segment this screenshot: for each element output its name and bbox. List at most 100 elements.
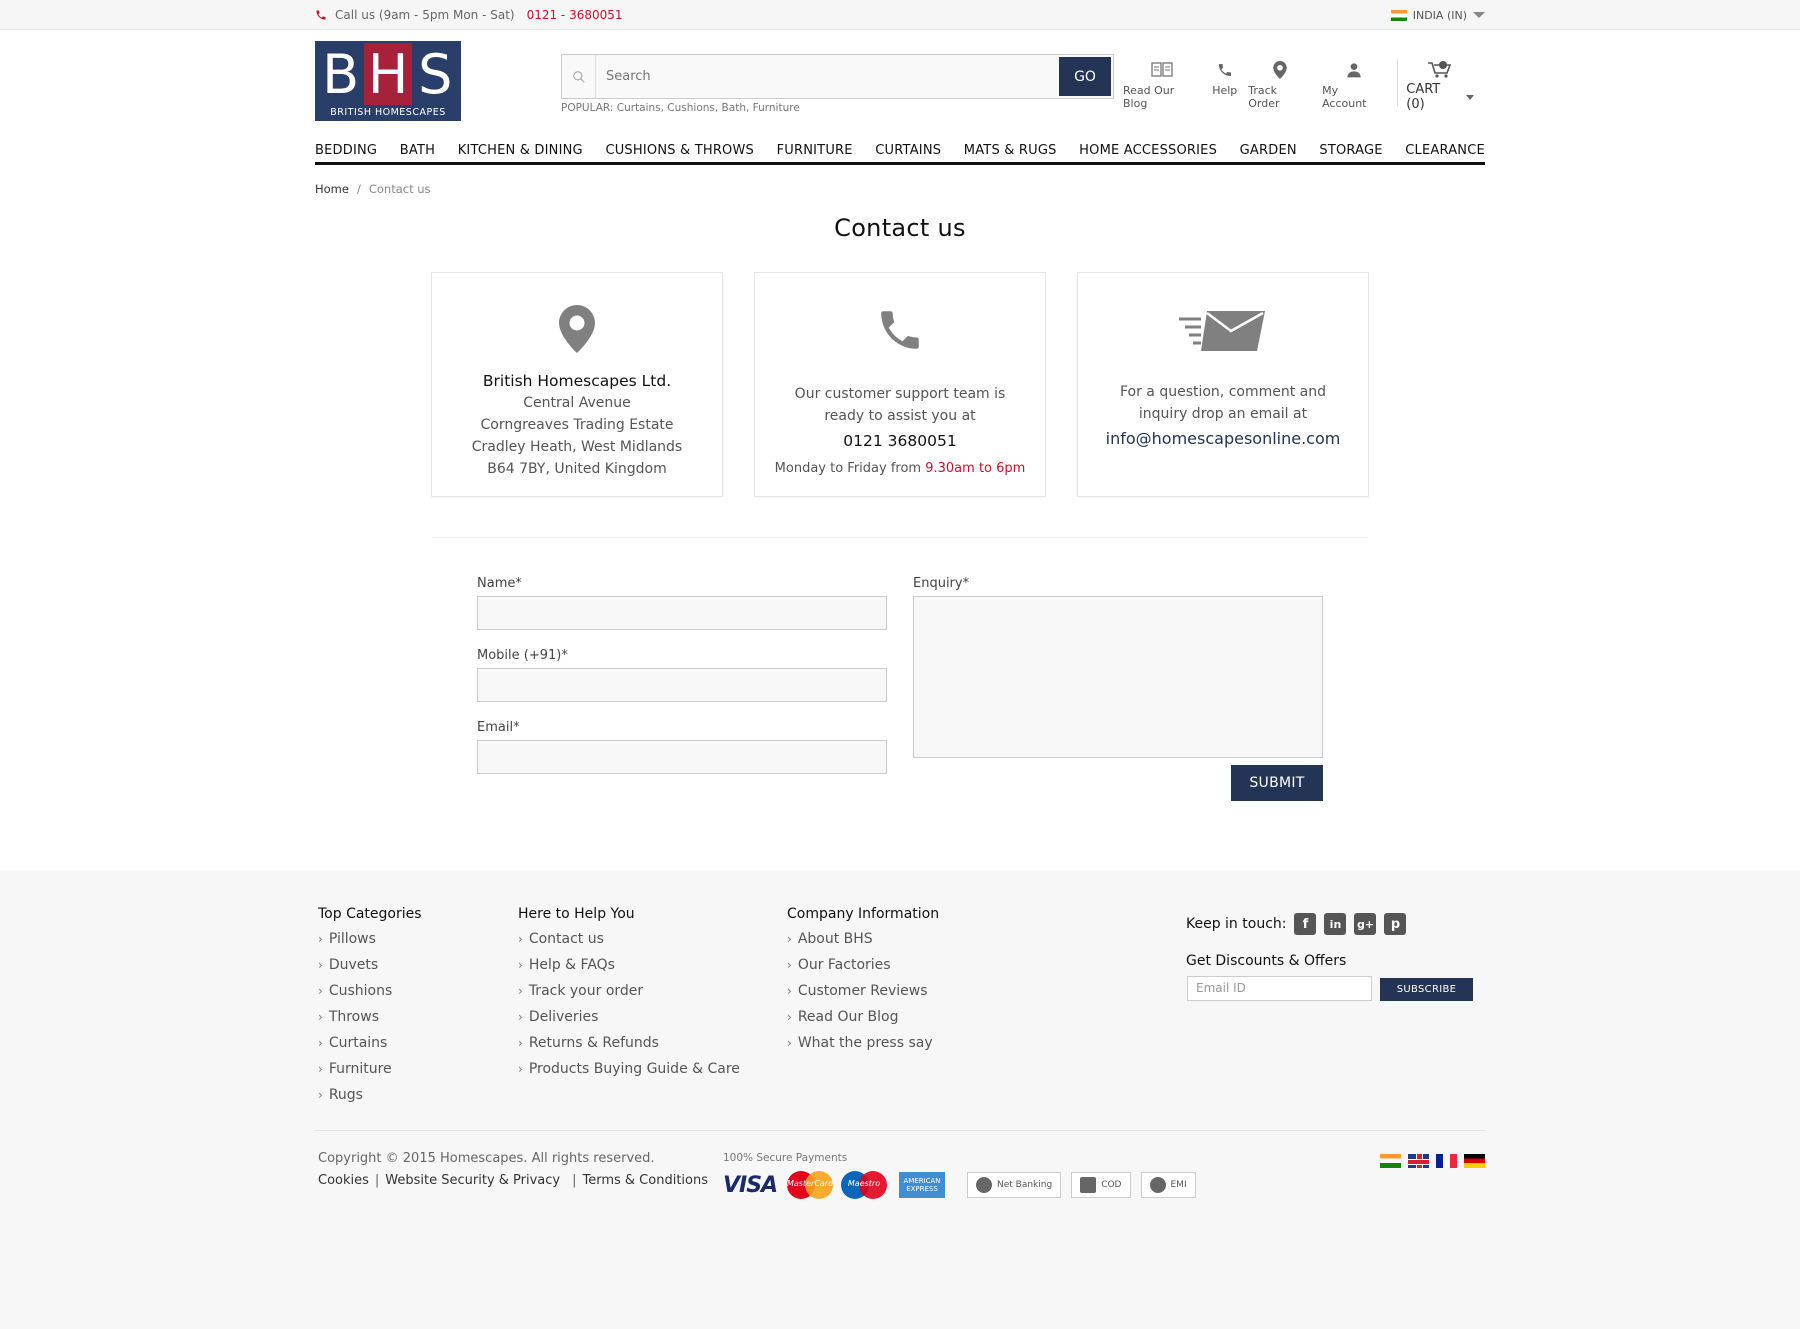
blog-link-label: Read Our Blog [1123, 84, 1175, 110]
emi-icon [1149, 1177, 1166, 1193]
footer-link[interactable]: › Deliveries [518, 1004, 740, 1030]
top-bar: Call us (9am - 5pm Mon - Sat) 0121 - 368… [0, 0, 1800, 30]
mastercard-logo: MasterCard [787, 1171, 833, 1199]
nav-item-cushions-throws[interactable]: CUSHIONS & THROWS [605, 143, 754, 158]
legal-links: Cookies | Website Security & Privacy | T… [318, 1173, 708, 1188]
help-link-label: Help [1212, 84, 1238, 97]
secure-payments-label: 100% Secure Payments [723, 1152, 848, 1164]
pinterest-icon[interactable]: p [1384, 913, 1407, 935]
emi-badge: EMI [1140, 1172, 1196, 1198]
nav-item-mats-rugs[interactable]: MATS & RUGS [964, 143, 1057, 158]
terms-link[interactable]: Terms & Conditions [583, 1173, 709, 1188]
enquiry-field[interactable] [913, 596, 1323, 758]
support-hours-prefix: Monday to Friday from [774, 461, 922, 476]
footer-link-label: Cushions [328, 983, 393, 999]
bhs-logo[interactable]: B H S BRITISH HOMESCAPES [315, 41, 461, 121]
breadcrumb-current: Contact us [368, 182, 431, 196]
email-field[interactable] [477, 740, 887, 774]
france-flag-icon[interactable] [1436, 1154, 1457, 1168]
link-separator: | [572, 1173, 577, 1188]
nav-item-home-accessories[interactable]: HOME ACCESSORIES [1079, 143, 1217, 158]
my-account-label: My Account [1322, 84, 1367, 110]
footer-link[interactable]: › What the press say [787, 1030, 939, 1056]
footer-link[interactable]: › Returns & Refunds [518, 1030, 740, 1056]
footer-link-label: Customer Reviews [797, 983, 928, 999]
contact-form: Name* Mobile (+91)* Email* Enquiry* SUBM… [477, 576, 1323, 806]
google-plus-icon[interactable]: g+ [1354, 913, 1377, 935]
security-privacy-link[interactable]: Website Security & Privacy [385, 1173, 560, 1188]
mobile-field[interactable] [477, 668, 887, 702]
footer-link-label: Duvets [328, 957, 379, 973]
enquiry-label: Enquiry* [913, 576, 970, 591]
footer-link[interactable]: › Duvets [318, 952, 422, 978]
country-selector[interactable]: INDIA (IN) [1390, 8, 1485, 22]
footer-help: Here to Help You › Contact us › Help & FAQ… [518, 906, 740, 1082]
uk-flag-icon[interactable] [1408, 1154, 1429, 1168]
support-hours: 9.30am to 6pm [925, 461, 1026, 476]
submit-button[interactable]: SUBMIT [1231, 765, 1323, 801]
footer-link-label: Track your order [528, 983, 644, 999]
nav-item-furniture[interactable]: FURNITURE [777, 143, 853, 158]
footer-link-label: Our Factories [797, 957, 891, 973]
search-go-button[interactable]: GO [1059, 57, 1111, 96]
footer-link-label: Pillows [328, 931, 376, 947]
nav-item-bedding[interactable]: BEDDING [315, 143, 377, 158]
chevron-right-icon: › [787, 1010, 792, 1024]
phone-icon [1217, 60, 1233, 80]
chevron-right-icon: › [518, 1036, 523, 1050]
footer-link[interactable]: › Contact us [518, 926, 740, 952]
my-account-link[interactable]: My Account [1322, 60, 1385, 110]
breadcrumb-home[interactable]: Home [315, 182, 349, 196]
subscribe-button[interactable]: SUBSCRIBE [1380, 978, 1473, 1001]
support-email-link[interactable]: info@homescapesonline.com [1078, 428, 1368, 450]
support-phone-number[interactable]: 0121 3680051 [755, 430, 1045, 452]
send-mail-icon [1078, 273, 1368, 353]
help-link[interactable]: Help [1212, 60, 1237, 97]
name-field[interactable] [477, 596, 887, 630]
track-order-link[interactable]: Track Order [1248, 60, 1311, 110]
nav-item-storage[interactable]: STORAGE [1319, 143, 1382, 158]
region-flags [1380, 1154, 1485, 1168]
chevron-right-icon: › [787, 984, 792, 998]
cookies-link[interactable]: Cookies [318, 1173, 369, 1188]
address-line-1: Central Avenue [523, 395, 631, 411]
footer-link[interactable]: › About BHS [787, 926, 939, 952]
footer-link[interactable]: › Curtains [318, 1030, 422, 1056]
link-separator: | [374, 1173, 380, 1188]
footer-link[interactable]: › Customer Reviews [787, 978, 939, 1004]
chevron-right-icon: › [787, 958, 792, 972]
footer-link[interactable]: › Products Buying Guide & Care [518, 1056, 740, 1082]
footer-link[interactable]: › Track your order [518, 978, 740, 1004]
popular-searches[interactable]: POPULAR: Curtains, Cushions, Bath, Furni… [561, 102, 800, 114]
nav-item-bath[interactable]: BATH [400, 143, 435, 158]
footer-link[interactable]: › Our Factories [787, 952, 939, 978]
blog-link[interactable]: Read Our Blog [1123, 60, 1201, 110]
cod-badge: COD [1071, 1172, 1131, 1198]
germany-flag-icon[interactable] [1464, 1154, 1485, 1168]
chevron-right-icon: › [318, 1036, 323, 1050]
contact-cards: British Homescapes Ltd. Central Avenue C… [315, 272, 1485, 497]
footer-link[interactable]: › Cushions [318, 978, 422, 1004]
nav-item-kitchen-dining[interactable]: KITCHEN & DINING [458, 143, 583, 158]
email-line-2: inquiry drop an email at [1138, 406, 1308, 422]
call-us-number[interactable]: 0121 - 3680051 [527, 8, 623, 22]
linkedin-icon[interactable]: in [1324, 913, 1347, 935]
nav-item-curtains[interactable]: CURTAINS [875, 143, 941, 158]
india-flag-icon[interactable] [1380, 1154, 1401, 1168]
footer-link[interactable]: › Furniture [318, 1056, 422, 1082]
chevron-right-icon: › [518, 1062, 523, 1076]
breadcrumb-separator: / [356, 182, 361, 196]
search-input[interactable] [596, 55, 1059, 98]
facebook-icon[interactable]: f [1294, 913, 1317, 935]
footer-link[interactable]: › Help & FAQs [518, 952, 740, 978]
nav-item-garden[interactable]: GARDEN [1240, 143, 1297, 158]
footer-link[interactable]: › Rugs [318, 1082, 422, 1108]
footer-link[interactable]: › Pillows [318, 926, 422, 952]
footer-link[interactable]: › Read Our Blog [787, 1004, 939, 1030]
newsletter-email-input[interactable]: Email ID [1187, 976, 1372, 1001]
cart-link[interactable]: CART (0) [1397, 60, 1474, 112]
country-label: INDIA (IN) [1412, 8, 1467, 22]
nav-item-clearance[interactable]: CLEARANCE [1405, 143, 1485, 158]
footer-link[interactable]: › Throws [318, 1004, 422, 1030]
email-line-1: For a question, comment and [1119, 384, 1327, 400]
